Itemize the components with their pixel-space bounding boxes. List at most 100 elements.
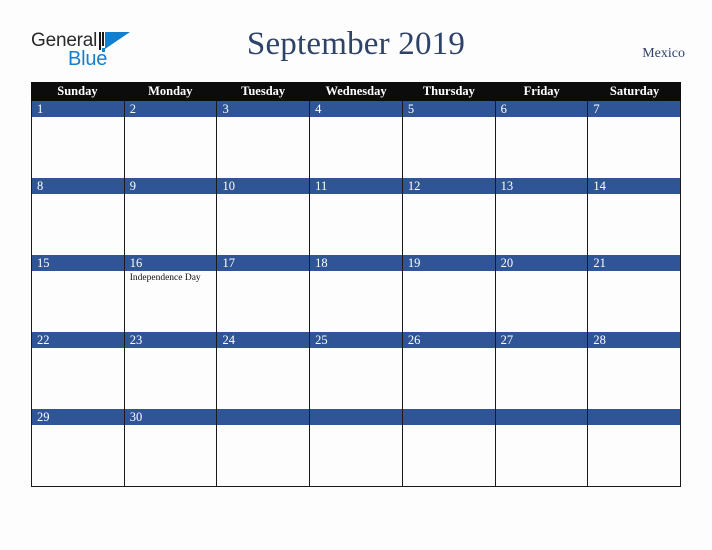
calendar-day-cell[interactable] [495,409,589,486]
calendar-day-cell[interactable]: 2 [124,101,218,178]
day-number [495,409,588,425]
day-content [125,348,217,409]
calendar-day-cell[interactable]: 15 [32,255,125,332]
calendar-day-cell[interactable]: 6 [495,101,589,178]
calendar-day-cell[interactable]: 13 [495,178,589,255]
day-number: 23 [124,332,217,348]
calendar-day-cell[interactable]: 12 [402,178,496,255]
day-content [217,348,309,409]
calendar-day-cell[interactable]: 26 [402,332,496,409]
day-number [588,409,681,425]
calendar-day-cell[interactable]: 27 [495,332,589,409]
calendar-day-cell[interactable]: 17 [217,255,311,332]
day-number: 7 [588,101,681,117]
day-number [402,409,495,425]
day-content [310,194,402,255]
day-content [403,117,495,178]
day-content [310,117,402,178]
day-of-week-header: Thursday [422,84,475,98]
calendar-day-cell[interactable] [217,409,311,486]
calendar-day-cell[interactable]: 18 [310,255,403,332]
page-title: September 2019 [246,26,466,62]
calendar-day-cell[interactable]: 16 Independence Day [124,255,218,332]
day-content [217,271,309,332]
day-number: 22 [32,332,124,348]
calendar-week-row: 8 9 10 11 12 13 14 [31,178,682,255]
day-number: 12 [402,178,495,194]
calendar-day-cell[interactable]: 7 [588,101,682,178]
calendar-day-cell[interactable]: 19 [402,255,496,332]
day-of-week-header: Wednesday [325,84,387,98]
day-content [496,194,588,255]
day-number: 20 [495,255,588,271]
calendar-day-cell[interactable]: 1 [32,101,125,178]
day-content [310,271,402,332]
day-content [125,194,217,255]
day-number: 25 [310,332,402,348]
calendar-grid: Sunday Monday Tuesday Wednesday Thursday Frid… [31,82,682,487]
day-content [217,117,309,178]
calendar-day-cell[interactable]: 22 [32,332,125,409]
day-number: 18 [310,255,402,271]
day-content [310,348,402,409]
calendar-day-cell[interactable] [402,409,496,486]
calendar-day-cell[interactable]: 4 [310,101,403,178]
day-content [32,425,124,486]
day-content [32,271,124,332]
day-content [217,425,309,486]
day-content [496,271,588,332]
calendar-weeks: 1 2 3 4 5 6 7 8 9 10 11 12 13 14 15 16 Independence Day 1… [31,101,682,487]
day-number [217,409,310,425]
calendar-day-cell[interactable]: 10 [217,178,311,255]
day-number: 26 [402,332,495,348]
calendar-week-row: 15 16 Independence Day 17 18 19 20 21 [31,255,682,332]
calendar-day-cell[interactable] [588,409,682,486]
day-number: 8 [32,178,124,194]
calendar-day-cell[interactable]: 21 [588,255,682,332]
day-content [496,348,588,409]
day-number: 3 [217,101,310,117]
day-number: 27 [495,332,588,348]
day-number: 17 [217,255,310,271]
day-content [32,348,124,409]
calendar-day-cell[interactable]: 25 [310,332,403,409]
day-content [403,271,495,332]
calendar-day-cell[interactable]: 28 [588,332,682,409]
calendar-day-cell[interactable]: 5 [402,101,496,178]
day-number: 11 [310,178,402,194]
calendar-day-cell[interactable]: 8 [32,178,125,255]
day-content [403,425,495,486]
day-number: 19 [402,255,495,271]
day-number: 4 [310,101,402,117]
day-content [310,425,402,486]
calendar-day-cell[interactable]: 11 [310,178,403,255]
day-content [496,425,588,486]
calendar-day-cell[interactable]: 14 [588,178,682,255]
page-header: General Blue September 2019 Mexico [0,0,712,82]
calendar-day-cell[interactable]: 3 [217,101,311,178]
day-content [125,425,217,486]
calendar-day-cell[interactable]: 24 [217,332,311,409]
day-content [32,194,124,255]
day-content [588,194,680,255]
day-number: 21 [588,255,681,271]
day-number: 29 [32,409,124,425]
day-number: 16 [124,255,217,271]
calendar-day-cell[interactable] [310,409,403,486]
day-number: 24 [217,332,310,348]
day-of-week-header: Friday [523,84,560,98]
calendar-day-cell[interactable]: 9 [124,178,218,255]
day-content: Independence Day [125,271,217,332]
day-number: 9 [124,178,217,194]
day-content [588,117,680,178]
calendar-day-cell[interactable]: 29 [32,409,125,486]
day-number: 13 [495,178,588,194]
day-content [403,348,495,409]
calendar-day-cell[interactable]: 30 [124,409,218,486]
calendar-day-cell[interactable]: 20 [495,255,589,332]
calendar-day-cell[interactable]: 23 [124,332,218,409]
calendar-week-row: 22 23 24 25 26 27 28 [31,332,682,409]
day-content [32,117,124,178]
day-content [125,117,217,178]
day-number: 28 [588,332,681,348]
